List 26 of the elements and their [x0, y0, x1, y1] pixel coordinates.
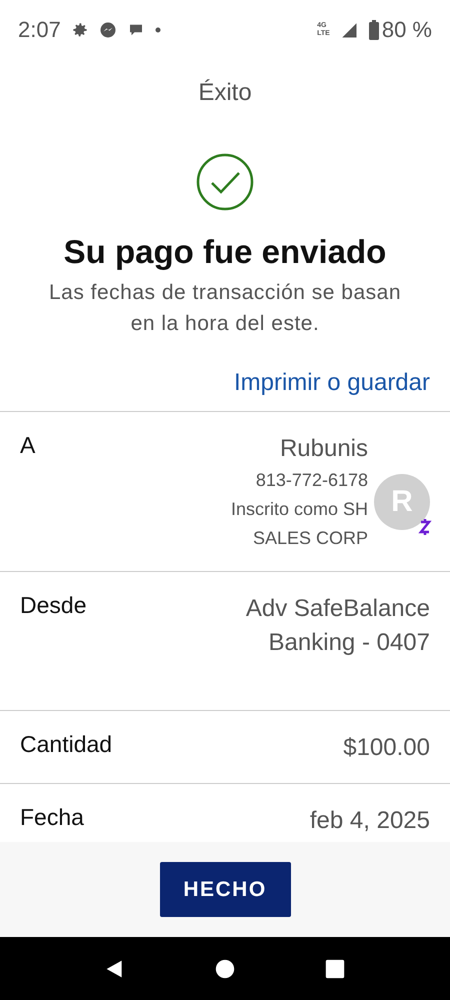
detail-label: Fecha	[20, 804, 84, 832]
success-heading: Su pago fue enviado	[64, 233, 386, 271]
timezone-note: Las fechas de transacción se basan en la hora del este.	[48, 280, 402, 337]
recents-icon	[325, 958, 345, 978]
detail-value: Inscrito como SH	[230, 498, 368, 521]
detail-label: A	[20, 432, 36, 460]
detail-value: $100.00	[343, 733, 430, 763]
battery-icon	[368, 19, 380, 41]
detail-value: Banking - 0407	[268, 628, 430, 658]
home-icon	[215, 958, 235, 978]
settings-icon	[70, 21, 89, 39]
detail-value: Adv SafeBalance	[246, 594, 430, 624]
done-button[interactable]: HECHO	[160, 862, 290, 917]
signal-icon	[340, 21, 358, 39]
detail-label: Cantidad	[20, 731, 112, 759]
detail-value: 813-772-6178	[256, 469, 368, 492]
detail-label: Desde	[20, 592, 86, 620]
success-check-icon	[196, 153, 254, 211]
detail-value: SALES CORP	[252, 527, 368, 550]
detail-value: feb 4, 2025	[310, 806, 430, 836]
screen-title: Éxito	[198, 78, 252, 106]
print-save-link[interactable]: Imprimir o guardar	[234, 369, 430, 397]
dot-icon	[154, 27, 161, 33]
clock: 2:07	[18, 17, 61, 43]
battery-percent: 80 %	[382, 17, 432, 43]
detail-value: Rubunis	[280, 434, 368, 464]
